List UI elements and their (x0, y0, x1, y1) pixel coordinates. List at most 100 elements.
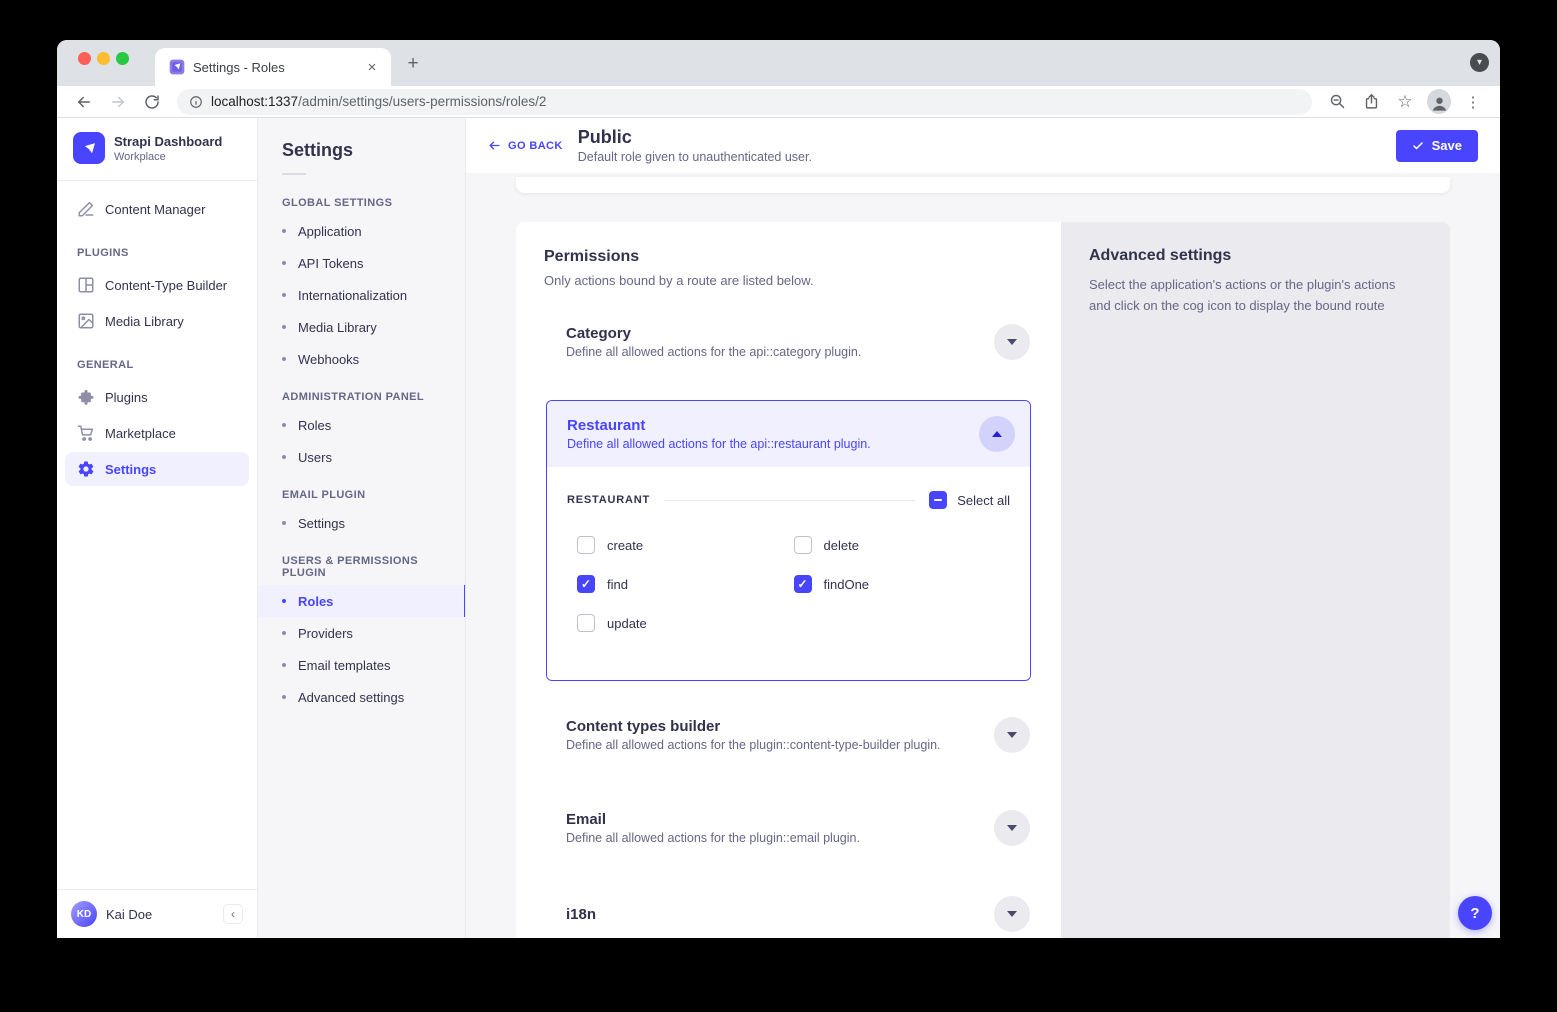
group-divider (664, 500, 915, 501)
back-button[interactable] (72, 90, 96, 114)
bullet-icon (282, 631, 286, 635)
page-subtitle: Default role given to unauthenticated us… (578, 150, 812, 164)
sidebar-item-content-manager[interactable]: Content Manager (65, 192, 249, 226)
subnav-item-media-library[interactable]: Media Library (258, 311, 465, 343)
accordion-description: Define all allowed actions for the plugi… (566, 831, 994, 845)
permissions-layout: Permissions Only actions bound by a rout… (516, 222, 1450, 938)
profile-avatar[interactable] (1427, 90, 1451, 114)
subnav-item-admin-roles[interactable]: Roles (258, 409, 465, 441)
close-window-button[interactable] (78, 52, 91, 65)
subnav-item-email-settings[interactable]: Settings (258, 507, 465, 539)
subnav-item-label: Application (298, 224, 362, 239)
brand-subtitle: Workplace (114, 151, 222, 163)
checkbox-update[interactable] (577, 614, 595, 632)
share-icon[interactable] (1359, 90, 1383, 114)
sidebar-item-media-library[interactable]: Media Library (65, 304, 249, 338)
page-info-icon (189, 95, 203, 109)
browser-tab[interactable]: Settings - Roles × (155, 48, 391, 86)
subnav-item-email-templates[interactable]: Email templates (258, 649, 465, 681)
url-bar[interactable]: localhost:1337/admin/settings/users-perm… (177, 89, 1312, 115)
save-button[interactable]: Save (1396, 130, 1478, 162)
subnav-section-administration-panel: ADMINISTRATION PANEL (258, 375, 465, 409)
select-all-control: Select all (929, 491, 1010, 509)
strapi-logo-icon (73, 132, 105, 164)
back-arrow-icon (488, 139, 501, 152)
browser-window: Settings - Roles × + ▾ localhost:1337/ad… (57, 40, 1500, 938)
new-tab-button[interactable]: + (401, 52, 425, 76)
subnav-item-label: Webhooks (298, 352, 359, 367)
sidebar-item-content-type-builder[interactable]: Content-Type Builder (65, 268, 249, 302)
checkbox-label: delete (824, 538, 859, 553)
sidebar-item-settings[interactable]: Settings (65, 452, 249, 486)
accordion-title: Restaurant (567, 417, 979, 434)
browser-menu-icon[interactable]: ⋮ (1461, 90, 1485, 114)
checkbox-label: create (607, 538, 643, 553)
bookmark-star-icon[interactable]: ☆ (1393, 90, 1417, 114)
subnav-item-providers[interactable]: Providers (258, 617, 465, 649)
subnav-item-application[interactable]: Application (258, 215, 465, 247)
reload-button[interactable] (140, 90, 164, 114)
checkbox-findone[interactable] (794, 575, 812, 593)
save-label: Save (1432, 138, 1462, 153)
forward-button[interactable] (106, 90, 130, 114)
permissions-title: Permissions (544, 248, 1033, 266)
checkbox-delete[interactable] (794, 536, 812, 554)
minimize-window-button[interactable] (97, 52, 110, 65)
accordion-description: Define all allowed actions for the api::… (566, 345, 994, 359)
subnav-item-admin-users[interactable]: Users (258, 441, 465, 473)
sidebar-item-plugins[interactable]: Plugins (65, 380, 249, 414)
collapse-sidebar-button[interactable]: ‹ (223, 904, 243, 924)
user-avatar[interactable]: KD (71, 901, 97, 927)
chevron-down-icon (1007, 825, 1017, 831)
select-all-checkbox[interactable] (929, 491, 947, 509)
subnav-item-webhooks[interactable]: Webhooks (258, 343, 465, 375)
accordion-title: i18n (566, 906, 994, 923)
tab-close-icon[interactable]: × (363, 59, 381, 76)
sidebar-section-plugins: PLUGINS (57, 227, 257, 267)
advanced-settings-body: Select the application's actions or the … (1089, 274, 1419, 317)
accordion-email[interactable]: Email Define all allowed actions for the… (516, 810, 1061, 846)
check-icon (1412, 140, 1424, 152)
accordion-i18n[interactable]: i18n (516, 896, 1061, 932)
strapi-favicon-icon (169, 59, 185, 75)
subnav-item-label: Settings (298, 516, 345, 531)
help-button[interactable]: ? (1458, 896, 1492, 930)
checkbox-label: find (607, 577, 628, 592)
checkbox-create[interactable] (577, 536, 595, 554)
bullet-icon (282, 261, 286, 265)
go-back-link[interactable]: GO BACK (488, 139, 563, 152)
bullet-icon (282, 695, 286, 699)
tab-search-button[interactable]: ▾ (1470, 53, 1489, 72)
subnav-section-email-plugin: EMAIL PLUGIN (258, 473, 465, 507)
zoom-window-button[interactable] (116, 52, 129, 65)
restaurant-header[interactable]: Restaurant Define all allowed actions fo… (547, 401, 1030, 467)
subnav-item-advanced-settings[interactable]: Advanced settings (258, 681, 465, 713)
accordion-description: Define all allowed actions for the api::… (567, 437, 979, 451)
expand-category-button[interactable] (994, 324, 1030, 360)
accordion-title: Email (566, 811, 994, 828)
sidebar-item-marketplace[interactable]: Marketplace (65, 416, 249, 450)
accordion-restaurant-expanded: Restaurant Define all allowed actions fo… (546, 400, 1031, 681)
subnav-item-label: Advanced settings (298, 690, 404, 705)
subnav-item-up-roles[interactable]: Roles (258, 585, 465, 617)
accordion-category[interactable]: Category Define all allowed actions for … (516, 324, 1061, 360)
expand-content-types-builder-button[interactable] (994, 717, 1030, 753)
main-content: GO BACK Public Default role given to una… (466, 118, 1500, 938)
checkbox-find[interactable] (577, 575, 595, 593)
strapi-app: Strapi Dashboard Workplace Content Manag… (57, 118, 1500, 938)
expand-email-button[interactable] (994, 810, 1030, 846)
collapse-restaurant-button[interactable] (979, 416, 1015, 452)
subnav-item-label: Providers (298, 626, 353, 641)
accordion-content-types-builder[interactable]: Content types builder Define all allowed… (516, 717, 1061, 753)
subnav-item-internationalization[interactable]: Internationalization (258, 279, 465, 311)
bullet-icon (282, 357, 286, 361)
window-controls (78, 52, 129, 65)
tab-title: Settings - Roles (193, 60, 355, 75)
subnav-item-api-tokens[interactable]: API Tokens (258, 247, 465, 279)
subnav-rule (282, 173, 306, 175)
permissions-card: Permissions Only actions bound by a rout… (516, 222, 1061, 938)
zoom-out-icon[interactable] (1325, 90, 1349, 114)
expand-i18n-button[interactable] (994, 896, 1030, 932)
brand[interactable]: Strapi Dashboard Workplace (57, 118, 257, 174)
sidebar-divider (57, 180, 257, 181)
